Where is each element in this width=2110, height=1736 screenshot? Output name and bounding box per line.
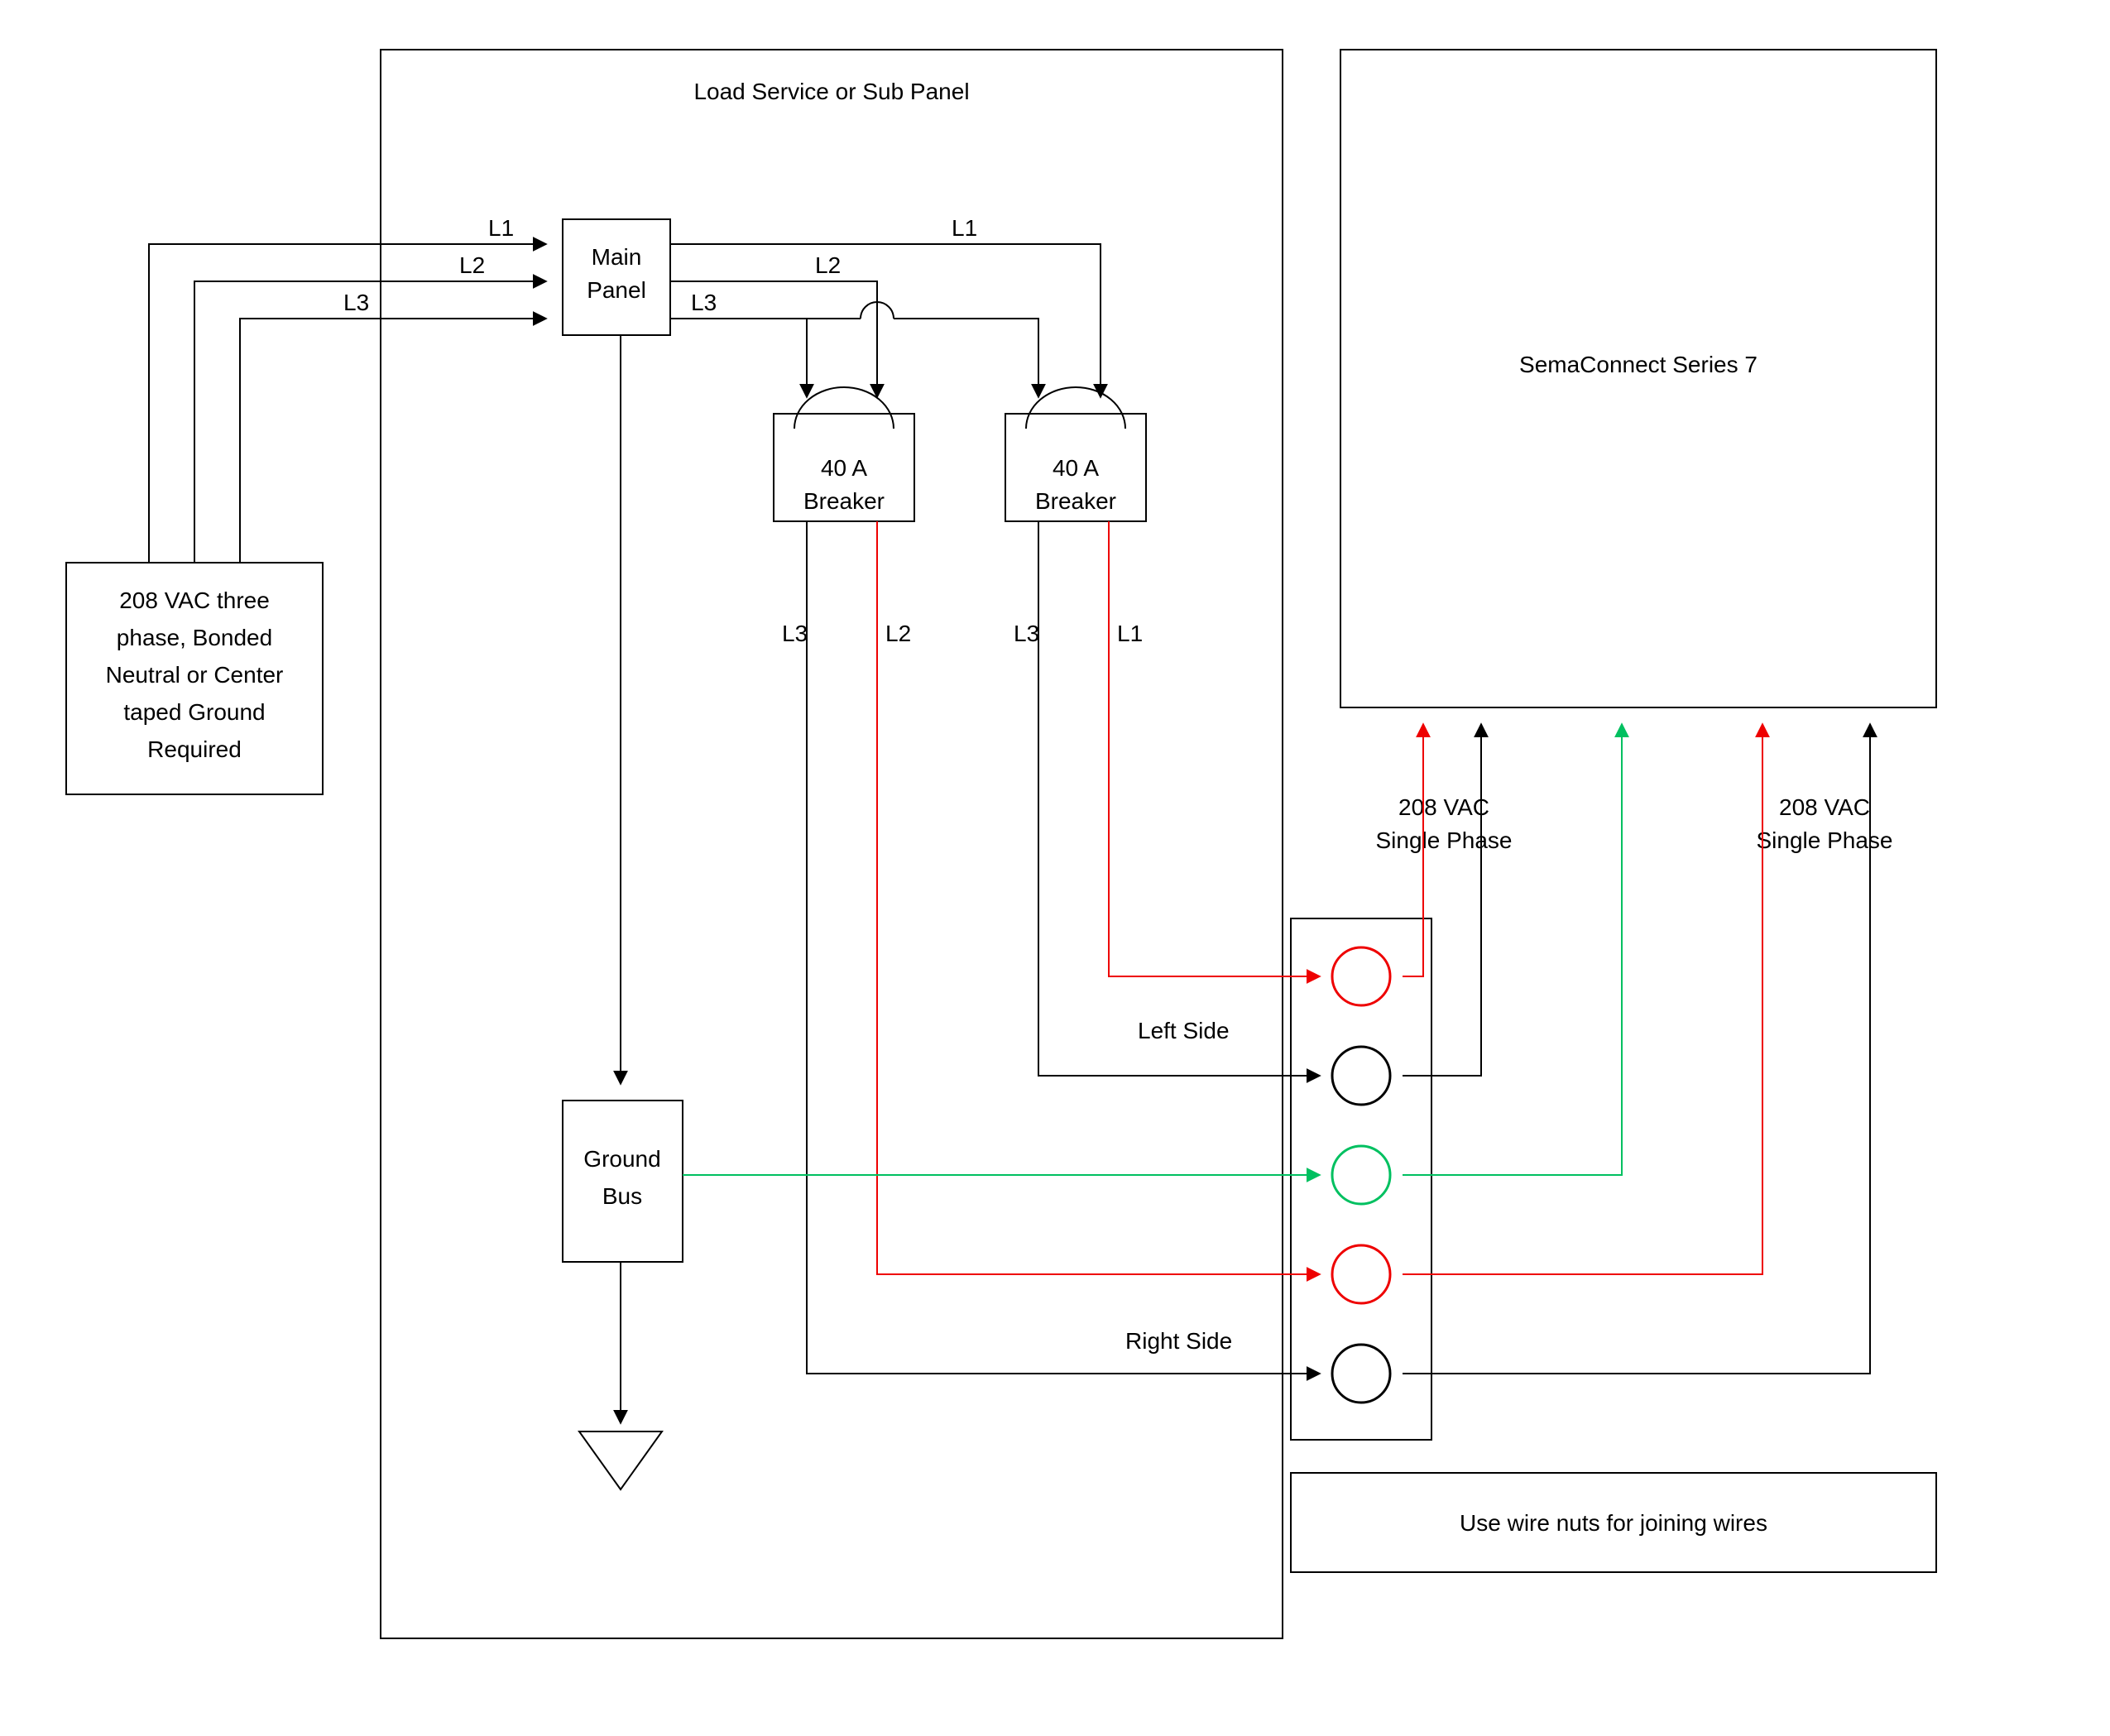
label-b1-l3: L3 <box>782 621 808 646</box>
wire-mp-l1 <box>670 244 1101 397</box>
source-line4: taped Ground <box>123 699 265 725</box>
vac1-l2: Single Phase <box>1375 827 1512 853</box>
label-b2-l3: L3 <box>1014 621 1039 646</box>
sema-title: SemaConnect Series 7 <box>1519 352 1758 377</box>
wire-mp-l3-b1 <box>685 319 807 397</box>
terminal-box <box>1291 918 1431 1440</box>
wire-b1-l3-term <box>807 637 1320 1374</box>
breaker2-arc <box>1026 387 1125 429</box>
terminal-3 <box>1332 1146 1390 1204</box>
right-side-label: Right Side <box>1125 1328 1232 1354</box>
ground-symbol <box>579 1431 662 1489</box>
source-line5: Required <box>147 736 242 762</box>
main-panel-l1: Main <box>592 244 642 270</box>
terminal-1 <box>1332 947 1390 1005</box>
wire-t5-up <box>1403 724 1870 1374</box>
breaker1-l1: 40 A <box>821 455 867 481</box>
ground-bus-l2: Bus <box>602 1183 642 1209</box>
label-l3-in: L3 <box>343 290 369 315</box>
wire-t2-up <box>1403 724 1481 1076</box>
label-l3-out: L3 <box>691 290 717 315</box>
source-line3: Neutral or Center <box>106 662 284 688</box>
breaker1-l2: Breaker <box>803 488 885 514</box>
label-b1-l2: L2 <box>885 621 911 646</box>
terminal-5 <box>1332 1345 1390 1403</box>
main-panel-l2: Panel <box>587 277 646 303</box>
vac2-l1: 208 VAC <box>1779 794 1870 820</box>
source-line1: 208 VAC three <box>119 587 270 613</box>
ground-bus-l1: Ground <box>583 1146 660 1172</box>
note-text: Use wire nuts for joining wires <box>1460 1510 1767 1536</box>
wiring-diagram: Load Service or Sub Panel 208 VAC three … <box>0 0 2110 1736</box>
wire-b1-l2-term <box>877 637 1320 1274</box>
left-side-label: Left Side <box>1138 1018 1230 1043</box>
source-line2: phase, Bonded <box>117 625 272 650</box>
label-l1-in: L1 <box>488 215 514 241</box>
service-panel-box <box>381 50 1283 1638</box>
vac2-l2: Single Phase <box>1756 827 1892 853</box>
breaker1-arc <box>794 387 894 429</box>
ground-bus-box <box>563 1101 683 1262</box>
vac1-l1: 208 VAC <box>1398 794 1489 820</box>
terminal-2 <box>1332 1047 1390 1105</box>
wire-src-l2 <box>194 281 546 563</box>
label-l2-out: L2 <box>815 252 841 278</box>
wire-t3-up <box>1403 724 1622 1175</box>
wire-mp-l3-b2 <box>807 302 1038 397</box>
wire-src-l3 <box>240 319 546 563</box>
breaker2-l1: 40 A <box>1053 455 1099 481</box>
wire-b2-l1-term <box>1109 637 1320 976</box>
breaker2-l2: Breaker <box>1035 488 1116 514</box>
service-panel-title: Load Service or Sub Panel <box>693 79 969 104</box>
wire-b2-l3-term <box>1038 637 1320 1076</box>
label-l2-in: L2 <box>459 252 485 278</box>
label-b2-l1: L1 <box>1117 621 1143 646</box>
terminal-4 <box>1332 1245 1390 1303</box>
sema-box <box>1340 50 1936 707</box>
label-l1-out: L1 <box>952 215 977 241</box>
